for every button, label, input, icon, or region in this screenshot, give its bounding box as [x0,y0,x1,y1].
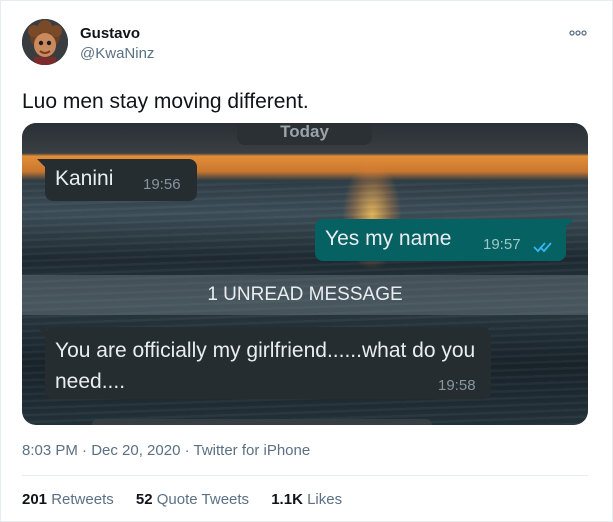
author-name[interactable]: Gustavo [80,25,140,42]
likes-count: 1.1K [271,491,303,508]
quote-tweets-stat[interactable]: 52 Quote Tweets [136,491,249,508]
avatar[interactable] [22,19,68,65]
message-time: 19:58 [438,377,476,394]
likes-label: Likes [307,491,343,508]
more-options-icon[interactable] [569,25,587,36]
message-bubble-incoming: Kanini 19:56 [37,159,197,201]
message-text: You are officially my girlfriend......wh… [55,339,476,393]
message-text: Kanini [55,167,114,190]
divider [22,475,588,476]
tweet-media[interactable]: Today Kanini 19:56 Yes my name 19:57 1 U… [22,123,588,425]
tweet-metadata[interactable]: 8:03 PM · Dec 20, 2020 · Twitter for iPh… [22,442,310,459]
tweet-card: Gustavo @KwaNinz Luo men stay moving dif… [0,0,613,522]
message-time: 19:57 [483,236,521,253]
retweets-count: 201 [22,491,48,508]
tweet-text: Luo men stay moving different. [22,90,309,113]
double-check-icon [533,235,553,259]
message-time: 19:56 [143,176,181,193]
retweets-label: Retweets [51,491,114,508]
date-chip: Today [237,123,372,145]
partial-bubble [92,419,432,425]
message-bubble-outgoing: Yes my name 19:57 [315,219,574,261]
message-text: Yes my name [325,227,452,250]
retweets-stat[interactable]: 201 Retweets [22,491,114,508]
author-handle[interactable]: @KwaNinz [80,45,154,62]
quote-tweets-label: Quote Tweets [156,491,250,508]
likes-stat[interactable]: 1.1K Likes [271,491,342,508]
quote-tweets-count: 52 [135,491,153,508]
engagement-stats: 201 Retweets 52 Quote Tweets 1.1K Likes [22,491,360,508]
message-bubble-incoming: You are officially my girlfriend......wh… [37,327,491,399]
unread-banner: 1 UNREAD MESSAGE [22,275,588,315]
